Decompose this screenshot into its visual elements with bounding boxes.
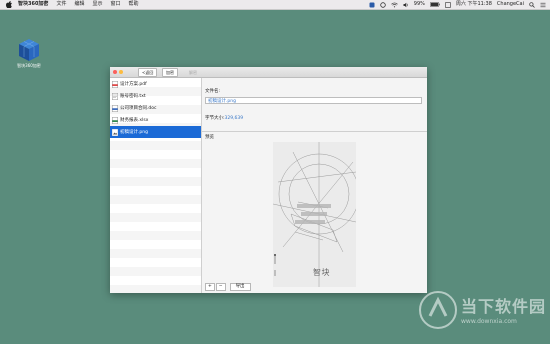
wifi-icon[interactable]: [391, 2, 398, 8]
menu-file[interactable]: 文件: [56, 0, 66, 9]
file-item-label: 公司项目合同.doc: [120, 106, 157, 111]
desktop-app-icon[interactable]: 智块360加密: [12, 38, 46, 69]
bottom-toolbar: + − 导出: [202, 280, 427, 293]
back-button[interactable]: <返回: [138, 68, 158, 77]
menu-app-name[interactable]: 智块360加密: [18, 0, 48, 9]
user-name[interactable]: ChangeCai: [497, 0, 524, 9]
png-file-icon: [112, 128, 118, 136]
menu-window[interactable]: 窗口: [110, 0, 120, 9]
export-button[interactable]: 导出: [229, 282, 251, 291]
size-value: 329,639: [224, 116, 244, 121]
file-item-doc[interactable]: 公司项目合同.doc: [110, 102, 201, 114]
app-status-icon[interactable]: [369, 2, 375, 8]
remove-button[interactable]: −: [215, 282, 226, 291]
pdf-file-icon: [112, 80, 118, 88]
add-button[interactable]: +: [205, 282, 215, 291]
title-bar: <返回 加密 解密: [110, 67, 427, 78]
txt-file-icon: [112, 92, 118, 100]
watermark-logo-icon: [419, 291, 457, 329]
sync-icon[interactable]: [380, 1, 386, 8]
menu-view[interactable]: 显示: [92, 0, 102, 9]
file-list: 设计方案.pdf 账号密码.txt 公司项目合同.doc 财务报表.xlsx 初…: [110, 78, 202, 293]
filename-label: 文件名:: [205, 89, 221, 94]
watermark-url: www.downxia.com: [461, 318, 517, 325]
preview-caption: 智块: [313, 268, 330, 277]
status-area: 99% 周六 下午11:38 ChangeCai: [369, 0, 546, 9]
file-item-label: 设计方案.pdf: [120, 82, 147, 87]
file-item-label: 初稿设计.png: [120, 130, 148, 135]
minimize-button[interactable]: [119, 70, 123, 74]
apple-icon[interactable]: [5, 1, 12, 8]
file-item-xlsx[interactable]: 财务报表.xlsx: [110, 114, 201, 126]
detail-panel: 文件名: 初稿设计.png 字节大小:329,639 预览 智块: [202, 78, 427, 293]
app-window: <返回 加密 解密 设计方案.pdf 账号密码.txt 公司项目合同.doc 财…: [110, 67, 427, 293]
size-label: 字节大小:329,639: [205, 116, 244, 121]
xlsx-file-icon: [112, 116, 118, 124]
filename-field[interactable]: 初稿设计.png: [205, 97, 422, 104]
design-sketch-image: [273, 142, 356, 287]
close-button[interactable]: [113, 70, 117, 74]
image-preview: 智块: [273, 142, 356, 287]
volume-icon[interactable]: [403, 2, 409, 8]
datetime[interactable]: 周六 下午11:38: [456, 0, 492, 9]
battery-icon[interactable]: [429, 2, 440, 7]
search-icon[interactable]: [529, 1, 535, 8]
encrypt-button[interactable]: 加密: [162, 68, 178, 77]
watermark-name: 当下软件园: [461, 297, 547, 316]
file-item-txt[interactable]: 账号密码.txt: [110, 90, 201, 102]
divider: [202, 131, 427, 132]
input-method-icon[interactable]: [445, 1, 451, 8]
file-item-png[interactable]: 初稿设计.png: [110, 126, 201, 138]
file-item-label: 账号密码.txt: [120, 94, 146, 99]
list-menu-icon[interactable]: [540, 2, 546, 8]
app-cube-icon: [19, 39, 39, 61]
desktop-icon-label: 智块360加密: [17, 63, 41, 68]
menu-edit[interactable]: 编辑: [74, 0, 84, 9]
menu-help[interactable]: 帮助: [129, 0, 139, 9]
file-item-label: 财务报表.xlsx: [120, 118, 149, 123]
preview-label: 预览: [205, 135, 214, 140]
menu-bar: 智块360加密 文件 编辑 显示 窗口 帮助 99% 周六 下午11:38 Ch…: [0, 0, 550, 10]
file-item-pdf[interactable]: 设计方案.pdf: [110, 78, 201, 90]
decrypt-button[interactable]: 解密: [185, 68, 201, 77]
doc-file-icon: [112, 104, 118, 112]
battery-percent: 99%: [413, 1, 425, 7]
watermark: 当下软件园 www.downxia.com: [398, 286, 548, 342]
